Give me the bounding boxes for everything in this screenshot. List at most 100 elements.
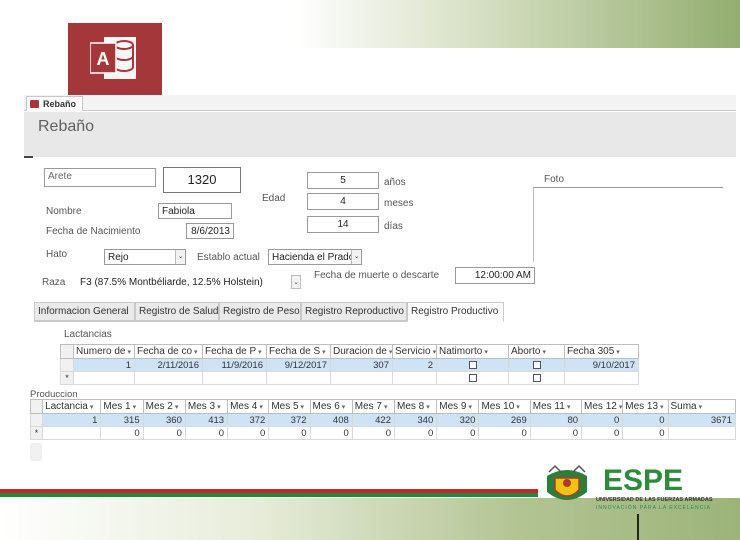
foto-frame[interactable] — [533, 187, 723, 262]
column-header[interactable]: Mes 6 ▾ — [309, 399, 353, 414]
cell[interactable]: 269 — [478, 413, 531, 427]
cell[interactable]: 0 — [309, 426, 353, 440]
aborto-checkbox-cell[interactable] — [508, 371, 565, 385]
cell[interactable]: 0 — [184, 426, 229, 440]
cell[interactable]: 0 — [436, 426, 480, 440]
cell[interactable]: 0 — [142, 426, 186, 440]
column-header[interactable]: Mes 3 ▾ — [184, 399, 229, 414]
cell[interactable] — [42, 426, 102, 440]
select-all-cell[interactable] — [29, 399, 44, 414]
tab-registro-productivo[interactable]: Registro Productivo — [407, 302, 504, 322]
cell[interactable]: 315 — [100, 413, 144, 427]
cell[interactable]: 3671 — [667, 413, 736, 427]
new-record-row[interactable]: * — [60, 371, 639, 385]
column-header[interactable]: Aborto ▾ — [508, 344, 565, 359]
hato-combo[interactable]: Rejo ⌄ — [104, 249, 186, 265]
cell[interactable]: 9/10/2017 — [564, 358, 639, 372]
produccion-table[interactable]: Lactancia ▾ Mes 1 ▾ Mes 2 ▾ Mes 3 ▾ Mes 4 ▾ M… — [29, 399, 736, 440]
chevron-down-icon[interactable]: ⌄ — [351, 250, 361, 264]
aborto-checkbox-cell[interactable] — [508, 358, 565, 372]
cell[interactable]: 2/11/2016 — [134, 358, 203, 372]
column-header[interactable]: Suma ▾ — [667, 399, 736, 414]
column-header[interactable]: Mes 10 ▾ — [478, 399, 531, 414]
cell[interactable]: 0 — [622, 426, 669, 440]
cell[interactable]: 0 — [581, 413, 624, 427]
column-header[interactable]: Duracion de ▾ — [330, 344, 393, 359]
cell[interactable]: 422 — [351, 413, 396, 427]
column-header[interactable]: Mes 8 ▾ — [393, 399, 438, 414]
column-header[interactable]: Mes 7 ▾ — [351, 399, 396, 414]
chevron-down-icon[interactable]: ⌄ — [175, 250, 185, 264]
column-header[interactable]: Mes 13 ▾ — [622, 399, 669, 414]
fecha-nacimiento-field[interactable]: 8/6/2013 — [186, 223, 234, 239]
cell[interactable]: 307 — [330, 358, 393, 372]
cell[interactable]: 0 — [227, 426, 270, 440]
cell[interactable]: 80 — [529, 413, 583, 427]
column-header[interactable]: Fecha de co ▾ — [134, 344, 203, 359]
column-header[interactable]: Natimorto ▾ — [436, 344, 509, 359]
tab-informacion-general[interactable]: Informacion General — [34, 302, 135, 321]
cell[interactable]: 372 — [268, 413, 311, 427]
cell[interactable] — [667, 426, 736, 440]
cell[interactable]: 340 — [393, 413, 438, 427]
cell[interactable]: 0 — [268, 426, 311, 440]
cell[interactable]: 0 — [529, 426, 583, 440]
cell[interactable]: 1 — [73, 358, 135, 372]
column-header[interactable]: Fecha de P ▾ — [202, 344, 267, 359]
table-row[interactable]: 1 315 360 413 372 372 408 422 340 320 26… — [29, 413, 736, 427]
raza-combo[interactable]: F3 (87.5% Montbéliarde, 12.5% Holstein) … — [76, 274, 302, 290]
cell[interactable]: 0 — [393, 426, 438, 440]
cell[interactable]: 413 — [184, 413, 229, 427]
cell[interactable]: 320 — [436, 413, 480, 427]
checkbox[interactable] — [468, 360, 477, 369]
cell[interactable]: 2 — [392, 358, 437, 372]
document-tab-rebano[interactable]: Rebaño — [26, 96, 84, 111]
cell[interactable]: 0 — [478, 426, 531, 440]
column-header[interactable]: Fecha de S ▾ — [266, 344, 331, 359]
checkbox[interactable] — [532, 373, 541, 382]
new-record-row[interactable]: * 0 0 0 0 0 0 0 0 0 0 0 0 0 — [29, 426, 736, 440]
lactancias-table[interactable]: Numero de ▾ Fecha de co ▾ Fecha de P ▾ Fech… — [60, 344, 639, 385]
column-header[interactable]: Mes 9 ▾ — [436, 399, 480, 414]
column-header[interactable]: Mes 4 ▾ — [227, 399, 270, 414]
tab-registro-reproductivo[interactable]: Registro Reproductivo — [301, 302, 407, 321]
column-header[interactable]: Mes 11 ▾ — [529, 399, 583, 414]
cell[interactable]: 1 — [42, 413, 102, 427]
tab-registro-peso[interactable]: Registro de Peso — [219, 302, 301, 321]
cell[interactable]: 0 — [100, 426, 144, 440]
tab-registro-salud[interactable]: Registro de Salud — [135, 302, 219, 321]
column-header[interactable]: Lactancia ▾ — [42, 399, 102, 414]
column-header[interactable]: Mes 2 ▾ — [142, 399, 186, 414]
fecha-muerte-field[interactable]: 12:00:00 AM — [455, 267, 535, 284]
cell[interactable]: 9/12/2017 — [266, 358, 331, 372]
cell[interactable]: 11/9/2016 — [202, 358, 267, 372]
edad-dias-field[interactable]: 14 — [307, 216, 379, 233]
edad-anios-field[interactable]: 5 — [307, 172, 379, 189]
checkbox[interactable] — [468, 373, 477, 382]
column-header[interactable]: Mes 1 ▾ — [100, 399, 144, 414]
cell[interactable]: 0 — [581, 426, 624, 440]
cell[interactable]: 408 — [309, 413, 353, 427]
row-selector[interactable] — [29, 413, 44, 427]
edad-meses-field[interactable]: 4 — [307, 193, 379, 210]
natimorto-checkbox-cell[interactable] — [436, 358, 509, 372]
table-row[interactable]: 1 2/11/2016 11/9/2016 9/12/2017 307 2 9/… — [60, 358, 639, 372]
natimorto-checkbox-cell[interactable] — [436, 371, 509, 385]
select-all-cell[interactable] — [60, 344, 74, 359]
column-header[interactable]: Mes 5 ▾ — [268, 399, 311, 414]
nombre-field[interactable]: Fabiola — [158, 203, 232, 219]
checkbox[interactable] — [532, 360, 541, 369]
cell[interactable]: 360 — [142, 413, 186, 427]
document-tab-strip — [24, 95, 736, 111]
row-selector[interactable] — [60, 358, 74, 372]
column-header[interactable]: Fecha 305 ▾ — [564, 344, 639, 359]
column-header[interactable]: Servicio ▾ — [392, 344, 437, 359]
column-header[interactable]: Mes 12 ▾ — [581, 399, 624, 414]
establo-combo[interactable]: Hacienda el Prado ⌄ — [268, 249, 362, 265]
cell[interactable]: 0 — [622, 413, 669, 427]
column-header[interactable]: Numero de ▾ — [73, 344, 135, 359]
arete-field[interactable]: 1320 — [163, 167, 241, 193]
cell[interactable]: 0 — [351, 426, 396, 440]
chevron-down-icon[interactable]: ⌄ — [291, 275, 301, 289]
cell[interactable]: 372 — [227, 413, 270, 427]
